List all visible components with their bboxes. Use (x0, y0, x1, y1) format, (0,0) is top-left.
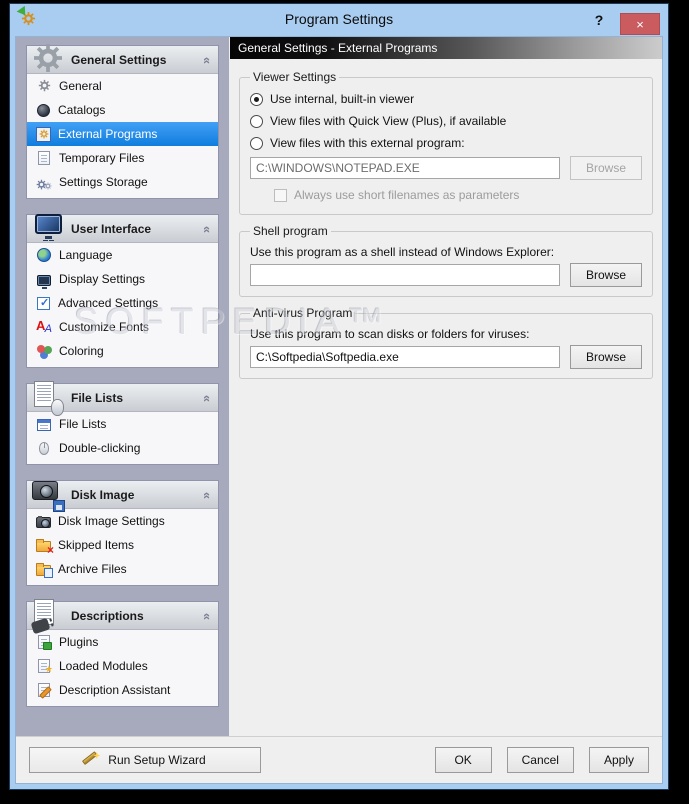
gear-large-icon (30, 42, 66, 78)
main-panel: General Settings - External Programs Vie… (230, 37, 662, 736)
camera-icon (36, 515, 51, 528)
sidebar-group-header-file-lists[interactable]: File Lists (27, 381, 218, 416)
radio-button-icon[interactable] (250, 114, 263, 128)
radio-button-icon[interactable] (250, 136, 263, 150)
mouse-icon (39, 441, 49, 455)
monitor-large-icon (30, 211, 66, 247)
antivirus-path-input[interactable] (250, 346, 560, 368)
group-title: Disk Image (71, 487, 135, 502)
apply-button[interactable]: Apply (588, 747, 649, 773)
table-icon (37, 419, 51, 431)
group-title: Descriptions (71, 608, 144, 623)
close-button[interactable]: × (620, 13, 660, 35)
short-filenames-checkbox-row: Always use short filenames as parameters (274, 187, 642, 203)
antivirus-label: Use this program to scan disks or folder… (250, 327, 530, 341)
monitor-icon (37, 274, 51, 289)
page-star-icon (38, 659, 53, 675)
collapse-chevron-icon[interactable] (200, 226, 215, 233)
shell-program-label: Use this program as a shell instead of W… (250, 245, 555, 259)
program-settings-window: Program Settings ? × SOFTPEDIA™ General … (9, 3, 669, 790)
radio-button-icon[interactable] (250, 92, 263, 106)
sidebar-item-loaded-modules[interactable]: Loaded Modules (27, 654, 218, 678)
browse-shell-button[interactable]: Browse (570, 263, 642, 287)
sidebar-item-settings-storage[interactable]: Settings Storage (27, 170, 218, 194)
sidebar-item-double-clicking[interactable]: Double-clicking (27, 436, 218, 460)
magic-wand-icon (84, 752, 100, 768)
globe-icon (37, 248, 51, 262)
catalog-disc-icon (37, 103, 50, 117)
shell-program-legend: Shell program (253, 224, 328, 238)
viewer-settings-legend: Viewer Settings (253, 70, 337, 84)
sidebar-item-archive-files[interactable]: Archive Files (27, 557, 218, 581)
sidebar-item-catalogs[interactable]: Catalogs (27, 98, 218, 122)
folder-archive-icon (36, 563, 53, 578)
page-title: General Settings - External Programs (230, 37, 662, 59)
browse-antivirus-button[interactable]: Browse (570, 345, 642, 369)
document-icon (38, 151, 50, 165)
collapse-chevron-icon[interactable] (200, 613, 215, 620)
gear-small-icon (36, 78, 52, 94)
checkbox-check-icon (37, 296, 50, 310)
collapse-chevron-icon[interactable] (200, 57, 215, 64)
page-plug-icon (38, 635, 52, 650)
sidebar-group-disk-image: Disk Image Disk Image Settings Skipped I… (26, 480, 219, 586)
page-plug-large-icon (30, 598, 66, 635)
sidebar: General Settings General Catalogs Extern… (16, 37, 229, 736)
sidebar-group-header-user-interface[interactable]: User Interface (27, 214, 218, 243)
sidebar-item-skipped-items[interactable]: Skipped Items (27, 533, 218, 557)
sidebar-group-file-lists: File Lists File Lists Double-clicking (26, 381, 219, 465)
external-viewer-path-input (250, 157, 560, 179)
browse-viewer-button: Browse (570, 156, 642, 180)
group-title: General Settings (71, 52, 167, 67)
shell-program-input[interactable] (250, 264, 560, 286)
antivirus-legend: Anti-virus Program (253, 306, 353, 320)
sidebar-item-display-settings[interactable]: Display Settings (27, 267, 218, 291)
radio-external-program[interactable]: View files with this external program: (250, 134, 642, 152)
titlebar: Program Settings ? × (10, 4, 668, 35)
checkbox-icon (274, 188, 287, 202)
camera-floppy-large-icon (30, 477, 66, 513)
sidebar-item-description-assistant[interactable]: Description Assistant (27, 678, 218, 702)
sidebar-item-advanced-settings[interactable]: Advanced Settings (27, 291, 218, 315)
letters-aa-icon (36, 319, 52, 335)
folder-x-icon (36, 539, 54, 556)
external-program-icon (36, 126, 51, 142)
sidebar-group-general-settings: General Settings General Catalogs Extern… (26, 45, 219, 199)
window-body: SOFTPEDIA™ General Settings General Cata… (15, 36, 663, 784)
cancel-button[interactable]: Cancel (506, 747, 574, 773)
sidebar-group-user-interface: User Interface Language Display Settings… (26, 214, 219, 368)
ok-button[interactable]: OK (434, 747, 492, 773)
dialog-footer: Run Setup Wizard OK Cancel Apply (16, 736, 662, 783)
collapse-chevron-icon[interactable] (200, 395, 215, 402)
shell-program-group: Shell program Use this program as a shel… (239, 224, 653, 297)
group-title: File Lists (71, 390, 124, 405)
color-circles-icon (36, 343, 52, 359)
sidebar-group-descriptions: Descriptions Plugins Loaded Modules Desc… (26, 599, 219, 707)
page-pencil-icon (38, 683, 50, 697)
sidebar-item-temporary-files[interactable]: Temporary Files (27, 146, 218, 170)
radio-use-internal-viewer[interactable]: Use internal, built-in viewer (250, 90, 642, 108)
sidebar-group-header-disk-image[interactable]: Disk Image (27, 481, 218, 512)
group-title: User Interface (71, 221, 152, 236)
collapse-chevron-icon[interactable] (200, 492, 215, 499)
sidebar-item-external-programs[interactable]: External Programs (27, 122, 218, 146)
help-button[interactable]: ? (588, 8, 610, 32)
gears-storage-icon (36, 174, 52, 190)
sidebar-group-header-general-settings[interactable]: General Settings (27, 46, 218, 74)
sidebar-item-coloring[interactable]: Coloring (27, 339, 218, 363)
list-mouse-large-icon (30, 380, 66, 416)
sidebar-item-customize-fonts[interactable]: Customize Fonts (27, 315, 218, 339)
viewer-settings-group: Viewer Settings Use internal, built-in v… (239, 70, 653, 215)
sidebar-group-header-descriptions[interactable]: Descriptions (27, 599, 218, 635)
settings-content: Viewer Settings Use internal, built-in v… (230, 59, 662, 736)
window-title: Program Settings (284, 11, 394, 27)
run-setup-wizard-button[interactable]: Run Setup Wizard (29, 747, 261, 773)
radio-quick-view[interactable]: View files with Quick View (Plus), if av… (250, 112, 642, 130)
antivirus-program-group: Anti-virus Program Use this program to s… (239, 306, 653, 379)
